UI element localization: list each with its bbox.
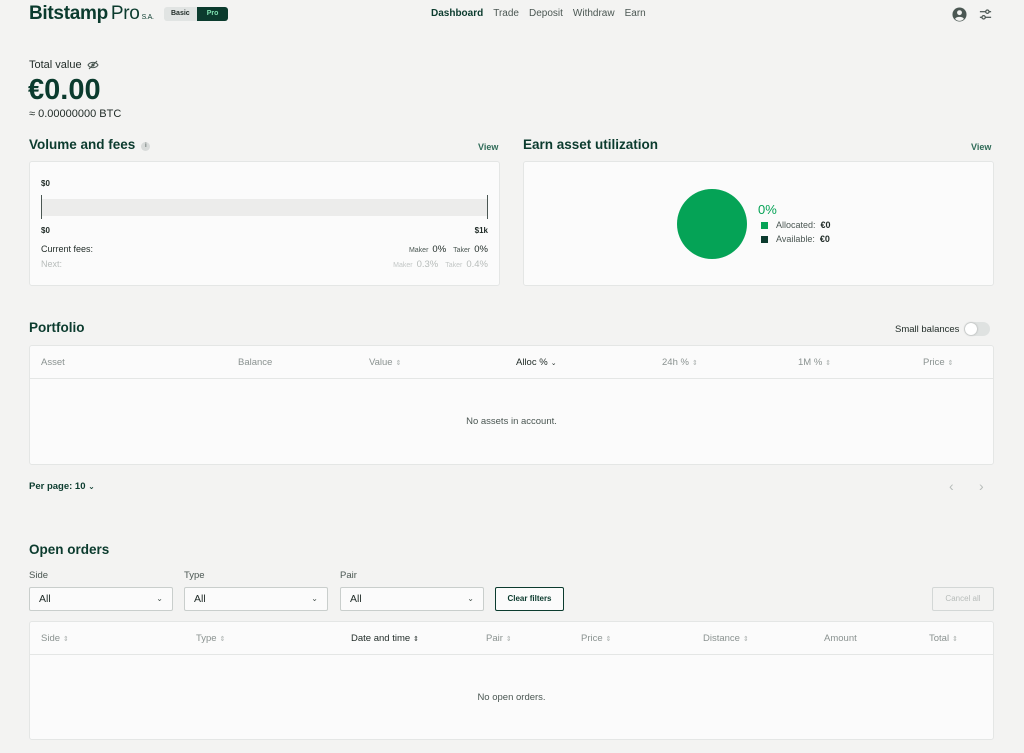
orders-empty-message: No open orders. <box>477 692 546 703</box>
type-filter-label: Type <box>184 570 205 581</box>
sort-icon: ⇕ <box>505 636 512 643</box>
allocated-swatch <box>761 221 768 229</box>
clear-filters-button[interactable]: Clear filters <box>495 587 564 611</box>
small-balances-toggle[interactable]: Small balances <box>895 322 991 336</box>
col-price[interactable]: Price ⇕ <box>581 633 612 644</box>
main-nav: Dashboard Trade Deposit Withdraw Earn <box>431 8 646 19</box>
chevron-down-icon: ⌄ <box>467 594 474 603</box>
chevron-down-icon: ⌄ <box>156 594 163 603</box>
volume-fees-title: Volume and fees i <box>29 137 151 152</box>
bitstamp-logo[interactable]: Bitstamp Pro S.A. <box>29 3 154 25</box>
col-date-time[interactable]: Date and time ⇕ <box>351 633 419 644</box>
side-filter-label: Side <box>29 570 49 581</box>
portfolio-table-header: Asset Balance Value ⇕ Alloc % ⌄ 24h % ⇕ 1M … <box>30 346 993 379</box>
col-asset: Asset <box>41 357 65 368</box>
type-filter-select[interactable]: All ⌄ <box>184 587 328 611</box>
sort-icon: ⇕ <box>742 636 749 643</box>
utilization-pie-chart <box>677 189 747 259</box>
current-volume: $0 <box>41 179 50 188</box>
open-orders-title: Open orders <box>29 542 110 557</box>
col-total[interactable]: Total ⇕ <box>929 633 958 644</box>
sort-desc-icon: ⌄ <box>550 360 557 367</box>
sort-icon: ⇕ <box>825 360 832 367</box>
sort-icon: ⇕ <box>219 636 226 643</box>
mode-basic-button[interactable]: Basic <box>164 7 197 21</box>
total-value-btc: ≈ 0.00000000 BTC <box>29 108 122 120</box>
col-alloc[interactable]: Alloc % ⌄ <box>516 357 557 368</box>
next-fees-values: Maker 0.3% Taker 0.4% <box>393 259 488 270</box>
pair-filter-label: Pair <box>340 570 357 581</box>
settings-sliders-icon[interactable] <box>978 7 993 22</box>
nav-trade[interactable]: Trade <box>493 8 519 19</box>
top-header: Bitstamp Pro S.A. Basic Pro Dashboard Trad… <box>0 0 1024 30</box>
available-swatch <box>761 235 768 243</box>
volume-fees-card: $0 $0 $1k Current fees: Next: Maker 0% Ta… <box>29 161 500 286</box>
utilization-percent: 0% <box>758 202 777 217</box>
legend-available: Available: €0 <box>761 234 830 244</box>
next-page-icon[interactable]: › <box>979 478 984 494</box>
col-1m[interactable]: 1M % ⇕ <box>798 357 831 368</box>
portfolio-table: Asset Balance Value ⇕ Alloc % ⌄ 24h % ⇕ 1M … <box>29 345 994 465</box>
sort-icon: ⇕ <box>63 636 69 643</box>
legend-allocated: Allocated: €0 <box>761 220 831 230</box>
sort-icon: ⇕ <box>395 360 402 367</box>
earn-utilization-title: Earn asset utilization <box>523 137 659 152</box>
basic-pro-toggle[interactable]: Basic Pro <box>164 7 229 21</box>
earn-view-link[interactable]: View <box>971 142 991 152</box>
volume-view-link[interactable]: View <box>478 142 498 152</box>
col-side[interactable]: Side ⇕ <box>41 633 69 644</box>
chevron-down-icon: ⌄ <box>88 482 95 491</box>
total-value-amount: €0.00 <box>28 74 101 106</box>
sort-desc-icon: ⇕ <box>413 636 420 643</box>
open-orders-table: Side ⇕ Type ⇕ Date and time ⇕ Pair ⇕ Price ⇕ … <box>29 621 994 740</box>
col-amount: Amount <box>824 633 857 644</box>
current-fees-values: Maker 0% Taker 0% <box>408 244 488 255</box>
small-balances-switch[interactable] <box>964 322 991 336</box>
volume-min-label: $0 <box>41 226 50 235</box>
orders-table-header: Side ⇕ Type ⇕ Date and time ⇕ Pair ⇕ Price ⇕ … <box>30 622 993 655</box>
current-fees-label: Current fees: <box>41 244 94 254</box>
mode-pro-button[interactable]: Pro <box>196 7 229 21</box>
nav-withdraw[interactable]: Withdraw <box>573 8 615 19</box>
col-value[interactable]: Value ⇕ <box>369 357 401 368</box>
per-page-select[interactable]: Per page: 10 ⌄ <box>29 481 95 492</box>
next-fees-label: Next: <box>41 259 63 269</box>
nav-earn[interactable]: Earn <box>625 8 646 19</box>
sort-icon: ⇕ <box>605 636 612 643</box>
col-balance: Balance <box>238 357 273 368</box>
volume-max-label: $1k <box>474 226 488 235</box>
col-type[interactable]: Type ⇕ <box>196 633 225 644</box>
sort-icon: ⇕ <box>947 360 954 367</box>
sort-icon: ⇕ <box>691 360 698 367</box>
pair-filter-select[interactable]: All ⌄ <box>340 587 484 611</box>
cancel-all-button[interactable]: Cancel all <box>932 587 994 611</box>
earn-utilization-card: 0% Allocated: €0 Available: €0 <box>523 161 994 286</box>
col-price[interactable]: Price ⇕ <box>923 357 954 368</box>
volume-max-tick <box>487 195 488 219</box>
account-icon[interactable] <box>952 7 967 22</box>
side-filter-select[interactable]: All ⌄ <box>29 587 173 611</box>
volume-min-tick <box>41 195 42 219</box>
portfolio-title: Portfolio <box>29 320 85 335</box>
col-pair[interactable]: Pair ⇕ <box>486 633 512 644</box>
portfolio-empty-message: No assets in account. <box>466 416 557 427</box>
nav-deposit[interactable]: Deposit <box>529 8 563 19</box>
hide-eye-icon[interactable] <box>86 60 99 70</box>
prev-page-icon[interactable]: ‹ <box>949 478 954 494</box>
chevron-down-icon: ⌄ <box>311 594 318 603</box>
sort-icon: ⇕ <box>952 636 958 643</box>
total-value-label: Total value <box>29 59 99 71</box>
col-24h[interactable]: 24h % ⇕ <box>662 357 698 368</box>
nav-dashboard[interactable]: Dashboard <box>431 8 483 19</box>
volume-progress-bar <box>41 199 488 216</box>
col-distance[interactable]: Distance ⇕ <box>703 633 749 644</box>
info-icon[interactable]: i <box>141 142 151 151</box>
